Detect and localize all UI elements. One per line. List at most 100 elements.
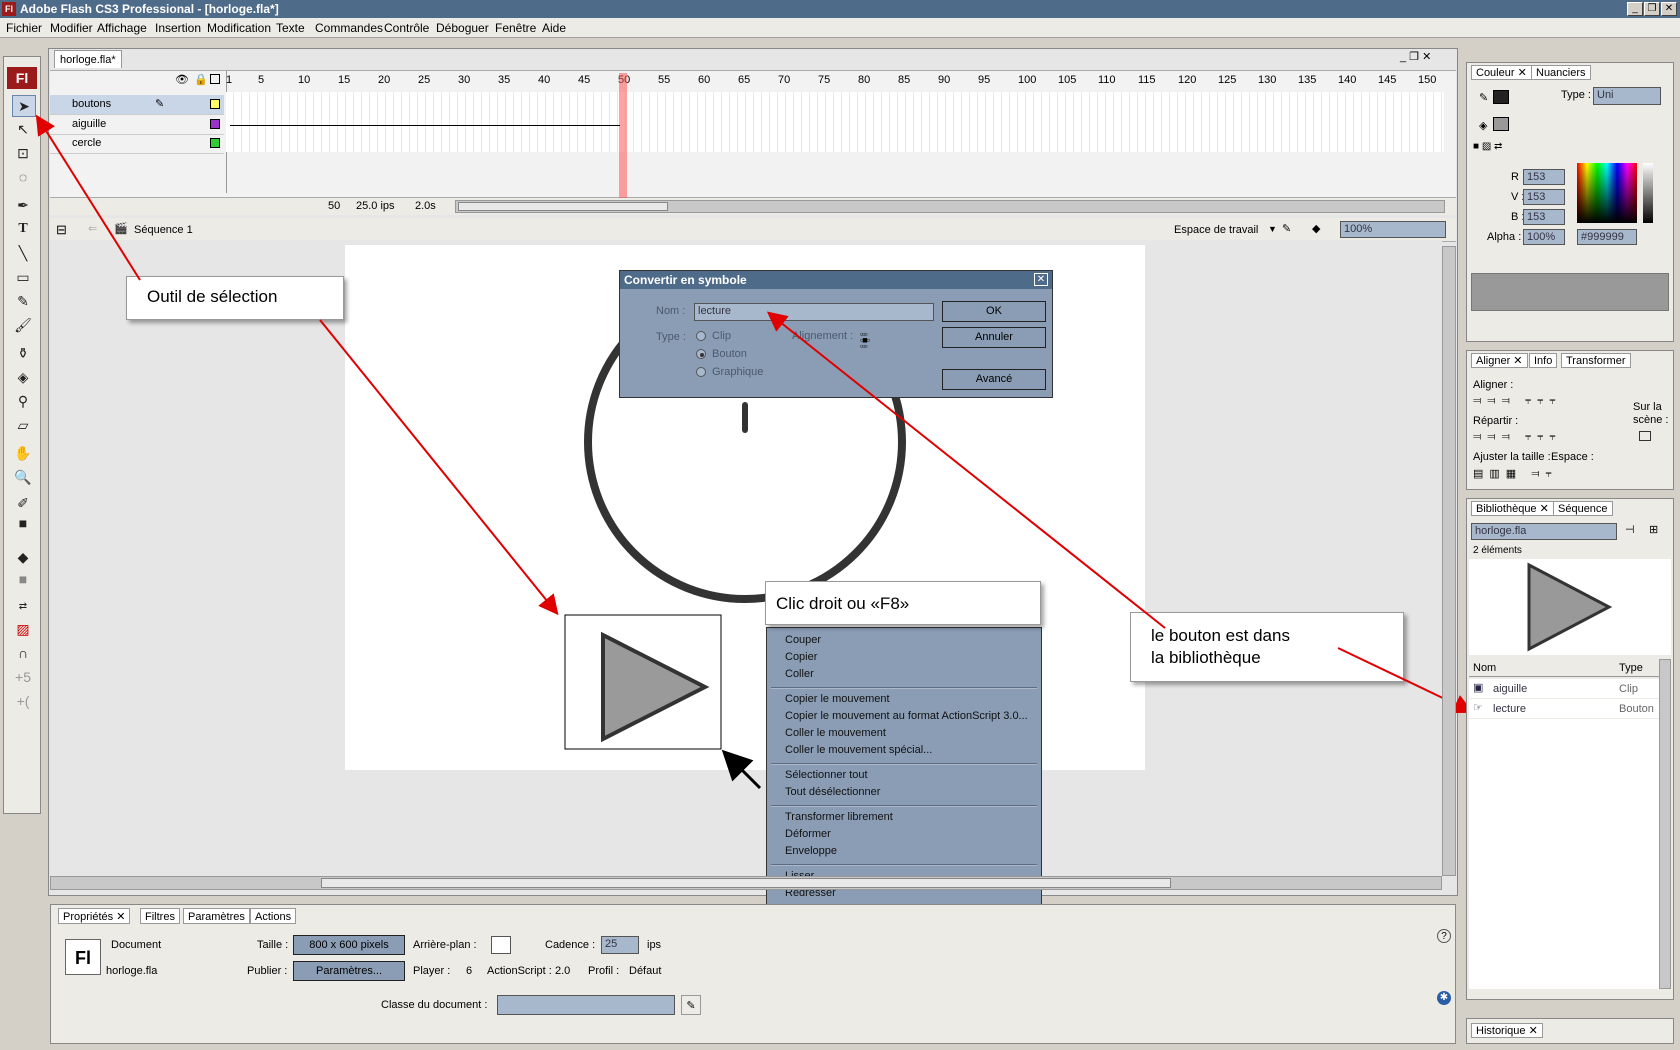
context-menu-item[interactable]: Tout désélectionner [785,786,880,798]
match-size-buttons-icon[interactable]: ▤▥▦ ⫤⫧ [1473,467,1558,481]
menu-texte[interactable]: Texte [276,21,305,35]
lasso-tool-icon[interactable]: ◌ [12,167,34,187]
playhead[interactable] [619,73,627,198]
context-menu-item[interactable]: Copier le mouvement [785,693,890,705]
advanced-button[interactable]: Avancé [942,369,1046,390]
minimize-button[interactable]: _ [1627,2,1643,16]
zoom-field[interactable]: 100% [1340,221,1446,238]
distribute-buttons-icon[interactable]: ⫤⫤⫤ ⫧⫧⫧ [1473,431,1562,444]
menu-affichage[interactable]: Affichage [97,21,147,35]
context-menu-item[interactable]: Copier [785,651,817,663]
tab-library[interactable]: Bibliothèque ✕ [1471,501,1554,516]
eyedropper-tool-icon[interactable]: ⚲ [12,391,34,411]
fill-color-swatch[interactable] [1493,117,1509,131]
radio-graphic[interactable] [696,367,706,377]
hand-tool-icon[interactable]: ✋ [12,443,34,463]
radio-button[interactable] [696,349,706,359]
layer-row[interactable]: aiguille [50,115,224,135]
col-name[interactable]: Nom [1473,662,1496,674]
ok-button[interactable]: OK [942,301,1046,322]
hex-input[interactable]: #999999 [1577,229,1637,245]
fill-swatch-icon[interactable]: ■ [12,569,34,589]
context-menu-item[interactable]: Coller [785,668,814,680]
to-stage-toggle-icon[interactable] [1639,431,1651,441]
menu-modification[interactable]: Modification [207,21,271,35]
blue-input[interactable]: 153 [1523,209,1565,225]
cancel-button[interactable]: Annuler [942,327,1046,348]
tab-filters[interactable]: Filtres [140,908,180,924]
paint-bucket-tool-icon[interactable]: ◈ [12,367,34,387]
stage-h-scrollbar[interactable] [50,876,1442,890]
help-icon[interactable]: ? [1437,929,1451,943]
red-input[interactable]: 153 [1523,169,1565,185]
stage-v-scrollbar[interactable] [1442,246,1456,876]
publish-settings-button[interactable]: Paramètres... [293,961,405,981]
edit-symbol-icon[interactable]: ◆ [1312,222,1320,235]
dialog-close-icon[interactable]: ✕ [1034,273,1048,286]
green-input[interactable]: 153 [1523,189,1565,205]
context-menu-item[interactable]: Sélectionner tout [785,769,868,781]
menu-aide[interactable]: Aide [542,21,566,35]
back-arrow-icon[interactable]: ⇐ [88,222,97,235]
free-transform-tool-icon[interactable]: ⊡ [12,143,34,163]
new-library-icon[interactable]: ⊞ [1649,523,1658,536]
tab-color[interactable]: Couleur ✕ [1471,65,1532,80]
radio-clip[interactable] [696,331,706,341]
size-button[interactable]: 800 x 600 pixels [293,935,405,955]
context-menu-item[interactable]: Coller le mouvement spécial... [785,744,932,756]
context-menu-item[interactable]: Transformer librement [785,811,893,823]
stroke-color-icon[interactable]: ✐ [12,493,34,513]
ink-bottle-tool-icon[interactable]: ⚱ [12,343,34,363]
menu-deboguer[interactable]: Déboguer [436,21,489,35]
context-menu-item[interactable]: Enveloppe [785,845,837,857]
close-button[interactable]: ✕ [1661,2,1677,16]
registration-grid-icon[interactable]: ▫▫▫ ▫■▫ ▫▫▫ [860,330,878,351]
default-colors-icon[interactable]: ■ ▨ ⇄ [1473,141,1502,152]
stroke-pencil-icon[interactable]: ✎ [1479,91,1488,104]
col-type[interactable]: Type [1619,662,1643,674]
edit-scene-icon[interactable]: ✎ [1282,222,1291,235]
layer-row[interactable]: boutons ✎ [50,95,224,115]
scene-name[interactable]: Séquence 1 [134,224,193,236]
outline-icon[interactable] [210,74,220,84]
swap-colors-icon[interactable]: ⇄ [12,597,34,617]
play-triangle[interactable] [601,631,710,743]
brightness-slider[interactable] [1643,163,1653,223]
subselection-tool-icon[interactable]: ↖ [12,119,34,139]
tab-swatches[interactable]: Nuanciers [1531,65,1591,80]
list-item[interactable]: ☞ lecture Bouton [1469,699,1659,718]
fps-input[interactable]: 25 [601,936,639,954]
timeline-toggle-icon[interactable]: ⊟ [56,222,67,238]
selection-tool-icon[interactable]: ➤ [12,95,36,117]
context-menu-item[interactable]: Couper [785,634,821,646]
context-menu-item[interactable]: Déformer [785,828,831,840]
frame-grid[interactable] [226,92,1444,152]
menu-fenetre[interactable]: Fenêtre [495,21,536,35]
text-tool-icon[interactable]: T [12,219,34,239]
context-menu-item[interactable]: Copier le mouvement au format ActionScri… [785,710,1028,722]
bg-color-swatch[interactable] [491,936,511,954]
context-menu-item[interactable]: Coller le mouvement [785,727,886,739]
menu-fichier[interactable]: Fichier [6,21,42,35]
no-color-icon[interactable]: ▨ [12,619,34,639]
fill-color-icon[interactable]: ◆ [12,547,34,567]
menu-commandes[interactable]: Commandes [315,21,383,35]
document-tab[interactable]: horloge.fla* [54,50,122,68]
menu-controle[interactable]: Contrôle [384,21,429,35]
snap-magnet-icon[interactable]: ∩ [12,643,34,663]
rectangle-tool-icon[interactable]: ▭ [12,267,34,287]
doc-window-controls[interactable]: _ ❐ ✕ [1400,50,1431,63]
pen-tool-icon[interactable]: ✒ [12,195,34,215]
accessibility-icon[interactable]: ✱ [1437,991,1451,1005]
edit-class-pencil-icon[interactable]: ✎ [681,995,701,1015]
pencil-tool-icon[interactable]: ✎ [12,291,34,311]
library-v-scrollbar[interactable] [1659,659,1671,989]
tab-scene[interactable]: Séquence [1553,501,1613,516]
tab-info[interactable]: Info [1529,353,1558,368]
stroke-color-swatch[interactable] [1493,90,1509,104]
list-item[interactable]: ▣ aiguille Clip [1469,679,1659,698]
tab-parameters[interactable]: Paramètres [183,908,250,924]
stroke-swatch-icon[interactable]: ■ [12,513,34,533]
document-class-input[interactable] [497,995,675,1015]
menu-modifier[interactable]: Modifier [50,21,93,35]
